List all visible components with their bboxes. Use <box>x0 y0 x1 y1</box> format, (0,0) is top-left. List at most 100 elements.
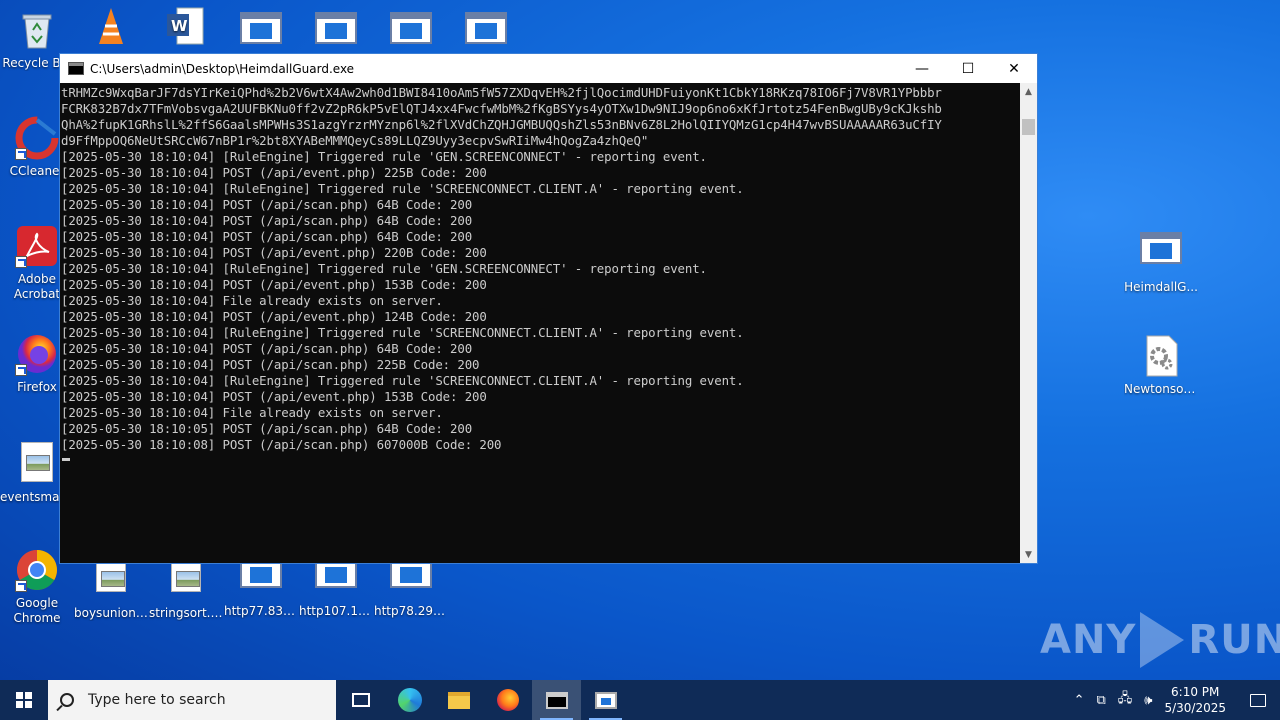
desktop: Recycle Bin CCleaner Adobe Acrobat Firef… <box>0 0 1280 680</box>
scroll-up-arrow-icon[interactable]: ▲ <box>1020 83 1037 100</box>
taskbar-firefox[interactable] <box>483 680 532 720</box>
system-tray: ⌃ ⧉ 🖧 🕪 6:10 PM 5/30/2025 <box>1068 680 1280 720</box>
maximize-button[interactable]: ☐ <box>945 54 991 83</box>
console-line: [2025-05-30 18:10:04] POST (/api/event.p… <box>61 245 487 260</box>
windows-logo-icon <box>16 692 32 708</box>
clock-time: 6:10 PM <box>1171 685 1220 699</box>
console-line: [2025-05-30 18:10:04] [RuleEngine] Trigg… <box>61 373 744 388</box>
vertical-scrollbar[interactable]: ▲ ▼ <box>1020 83 1037 563</box>
word-document-icon: W <box>163 4 207 48</box>
chevron-up-icon[interactable]: ⌃ <box>1074 693 1085 708</box>
console-output[interactable]: tRHMZc9WxqBarJF7dsYIrKeiQPhd%2b2V6wtX4Aw… <box>60 83 1020 563</box>
image-file-icon <box>164 558 208 602</box>
svg-text:W: W <box>171 17 188 35</box>
desktop-icon-http77[interactable]: http77.83.2... <box>224 556 298 619</box>
clock[interactable]: 6:10 PM 5/30/2025 <box>1164 684 1226 716</box>
console-line: [2025-05-30 18:10:04] POST (/api/event.p… <box>61 165 487 180</box>
desktop-icon-exe[interactable] <box>374 6 448 60</box>
edge-icon <box>397 688 422 712</box>
close-button[interactable]: ✕ <box>991 54 1037 83</box>
taskbar-heimdallguard[interactable] <box>581 680 630 720</box>
exe-icon <box>464 12 508 56</box>
adobe-acrobat-icon <box>15 224 59 268</box>
desktop-icon-stringsort[interactable]: stringsort.jpg <box>149 556 223 621</box>
console-icon <box>545 691 568 709</box>
maximize-icon: ☐ <box>961 60 975 77</box>
exe-icon <box>1139 232 1183 276</box>
desktop-icon-newtonsoft[interactable]: Newtonsof... <box>1124 334 1198 397</box>
console-line: [2025-05-30 18:10:04] File already exist… <box>61 293 443 308</box>
console-line: QhA%2fupK1GRhslL%2ffS6GaalsMPWHs3S1azgYr… <box>61 117 942 132</box>
minimize-icon: — <box>915 60 929 77</box>
vlc-icon <box>89 4 133 48</box>
notifications-button[interactable] <box>1236 680 1280 720</box>
console-line: [2025-05-30 18:10:04] File already exist… <box>61 405 443 420</box>
desktop-icon-label: boysunion.... <box>74 606 148 620</box>
shortcut-arrow-icon <box>15 580 27 592</box>
start-button[interactable] <box>0 680 48 720</box>
scroll-down-arrow-icon[interactable]: ▼ <box>1020 546 1037 563</box>
taskbar-search[interactable]: Type here to search <box>48 680 336 720</box>
desktop-icon-label: http107.175... <box>299 604 373 618</box>
desktop-icon-boysunion[interactable]: boysunion.... <box>74 556 148 621</box>
desktop-icon-label: Newtonsof... <box>1124 382 1198 396</box>
console-window[interactable]: C:\Users\admin\Desktop\HeimdallGuard.exe… <box>59 53 1038 564</box>
firefox-icon <box>15 332 59 376</box>
search-icon <box>60 693 74 707</box>
recycle-bin-icon <box>15 8 59 52</box>
desktop-icon-label: Google Chrome <box>13 596 61 625</box>
watermark-right: RUN <box>1188 617 1280 663</box>
watermark-left: ANY <box>1040 617 1137 663</box>
settings-file-icon <box>1139 334 1183 378</box>
console-line: [2025-05-30 18:10:04] POST (/api/scan.ph… <box>61 197 473 212</box>
notification-icon <box>1250 693 1266 707</box>
window-controls: — ☐ ✕ <box>899 54 1037 83</box>
folder-icon <box>447 691 470 709</box>
exe-icon <box>389 12 433 56</box>
console-line: [2025-05-30 18:10:04] POST (/api/event.p… <box>61 277 487 292</box>
console-app-icon <box>68 62 84 75</box>
exe-icon <box>239 12 283 56</box>
minimize-button[interactable]: — <box>899 54 945 83</box>
desktop-icon-heimdallguard[interactable]: HeimdallG... <box>1124 226 1198 295</box>
chrome-icon <box>15 548 59 592</box>
desktop-icon-http107[interactable]: http107.175... <box>299 556 373 619</box>
shortcut-arrow-icon <box>15 148 27 160</box>
taskbar: Type here to search ⌃ ⧉ 🖧 🕪 6:10 PM 5/30… <box>0 680 1280 720</box>
taskbar-edge[interactable] <box>385 680 434 720</box>
desktop-icon-exe[interactable] <box>449 6 523 60</box>
close-icon: ✕ <box>1008 60 1020 77</box>
clock-date: 5/30/2025 <box>1164 701 1226 715</box>
console-line: [2025-05-30 18:10:04] [RuleEngine] Trigg… <box>61 325 744 340</box>
desktop-icon-word-document[interactable]: W <box>148 4 222 52</box>
app-icon <box>594 691 617 709</box>
volume-icon[interactable]: 🕪 <box>1144 693 1152 708</box>
console-line: [2025-05-30 18:10:04] POST (/api/event.p… <box>61 309 487 324</box>
console-line: [2025-05-30 18:10:04] [RuleEngine] Trigg… <box>61 261 707 276</box>
desktop-icon-http78[interactable]: http78.29.4... <box>374 556 448 619</box>
console-line: [2025-05-30 18:10:04] POST (/api/scan.ph… <box>61 229 473 244</box>
desktop-icon-label: http77.83.2... <box>224 604 298 618</box>
console-line: [2025-05-30 18:10:04] [RuleEngine] Trigg… <box>61 149 707 164</box>
taskbar-console[interactable] <box>532 680 581 720</box>
desktop-icon-exe[interactable] <box>224 6 298 60</box>
taskbar-task-view[interactable] <box>336 680 385 720</box>
taskbar-file-explorer[interactable] <box>434 680 483 720</box>
firefox-icon <box>496 689 519 711</box>
play-logo-icon <box>1140 612 1185 668</box>
console-line: [2025-05-30 18:10:04] POST (/api/scan.ph… <box>61 357 480 372</box>
shortcut-arrow-icon <box>15 364 27 376</box>
console-line: [2025-05-30 18:10:05] POST (/api/scan.ph… <box>61 421 473 436</box>
scroll-thumb[interactable] <box>1022 119 1035 135</box>
image-file-icon <box>15 442 59 486</box>
network-device-icon[interactable]: ⧉ <box>1096 693 1105 708</box>
exe-icon <box>314 12 358 56</box>
desktop-icon-vlc[interactable] <box>74 4 148 52</box>
window-titlebar[interactable]: C:\Users\admin\Desktop\HeimdallGuard.exe… <box>60 54 1037 83</box>
task-view-icon <box>351 693 370 707</box>
console-line: d9FfMppOQ6NeUtSRCcW67nBP1r%2bt8XYABeMMMQ… <box>61 133 649 148</box>
desktop-icon-exe[interactable] <box>299 6 373 60</box>
desktop-icon-label: HeimdallG... <box>1124 280 1198 294</box>
image-file-icon <box>89 558 133 602</box>
network-icon[interactable]: 🖧 <box>1118 689 1133 711</box>
